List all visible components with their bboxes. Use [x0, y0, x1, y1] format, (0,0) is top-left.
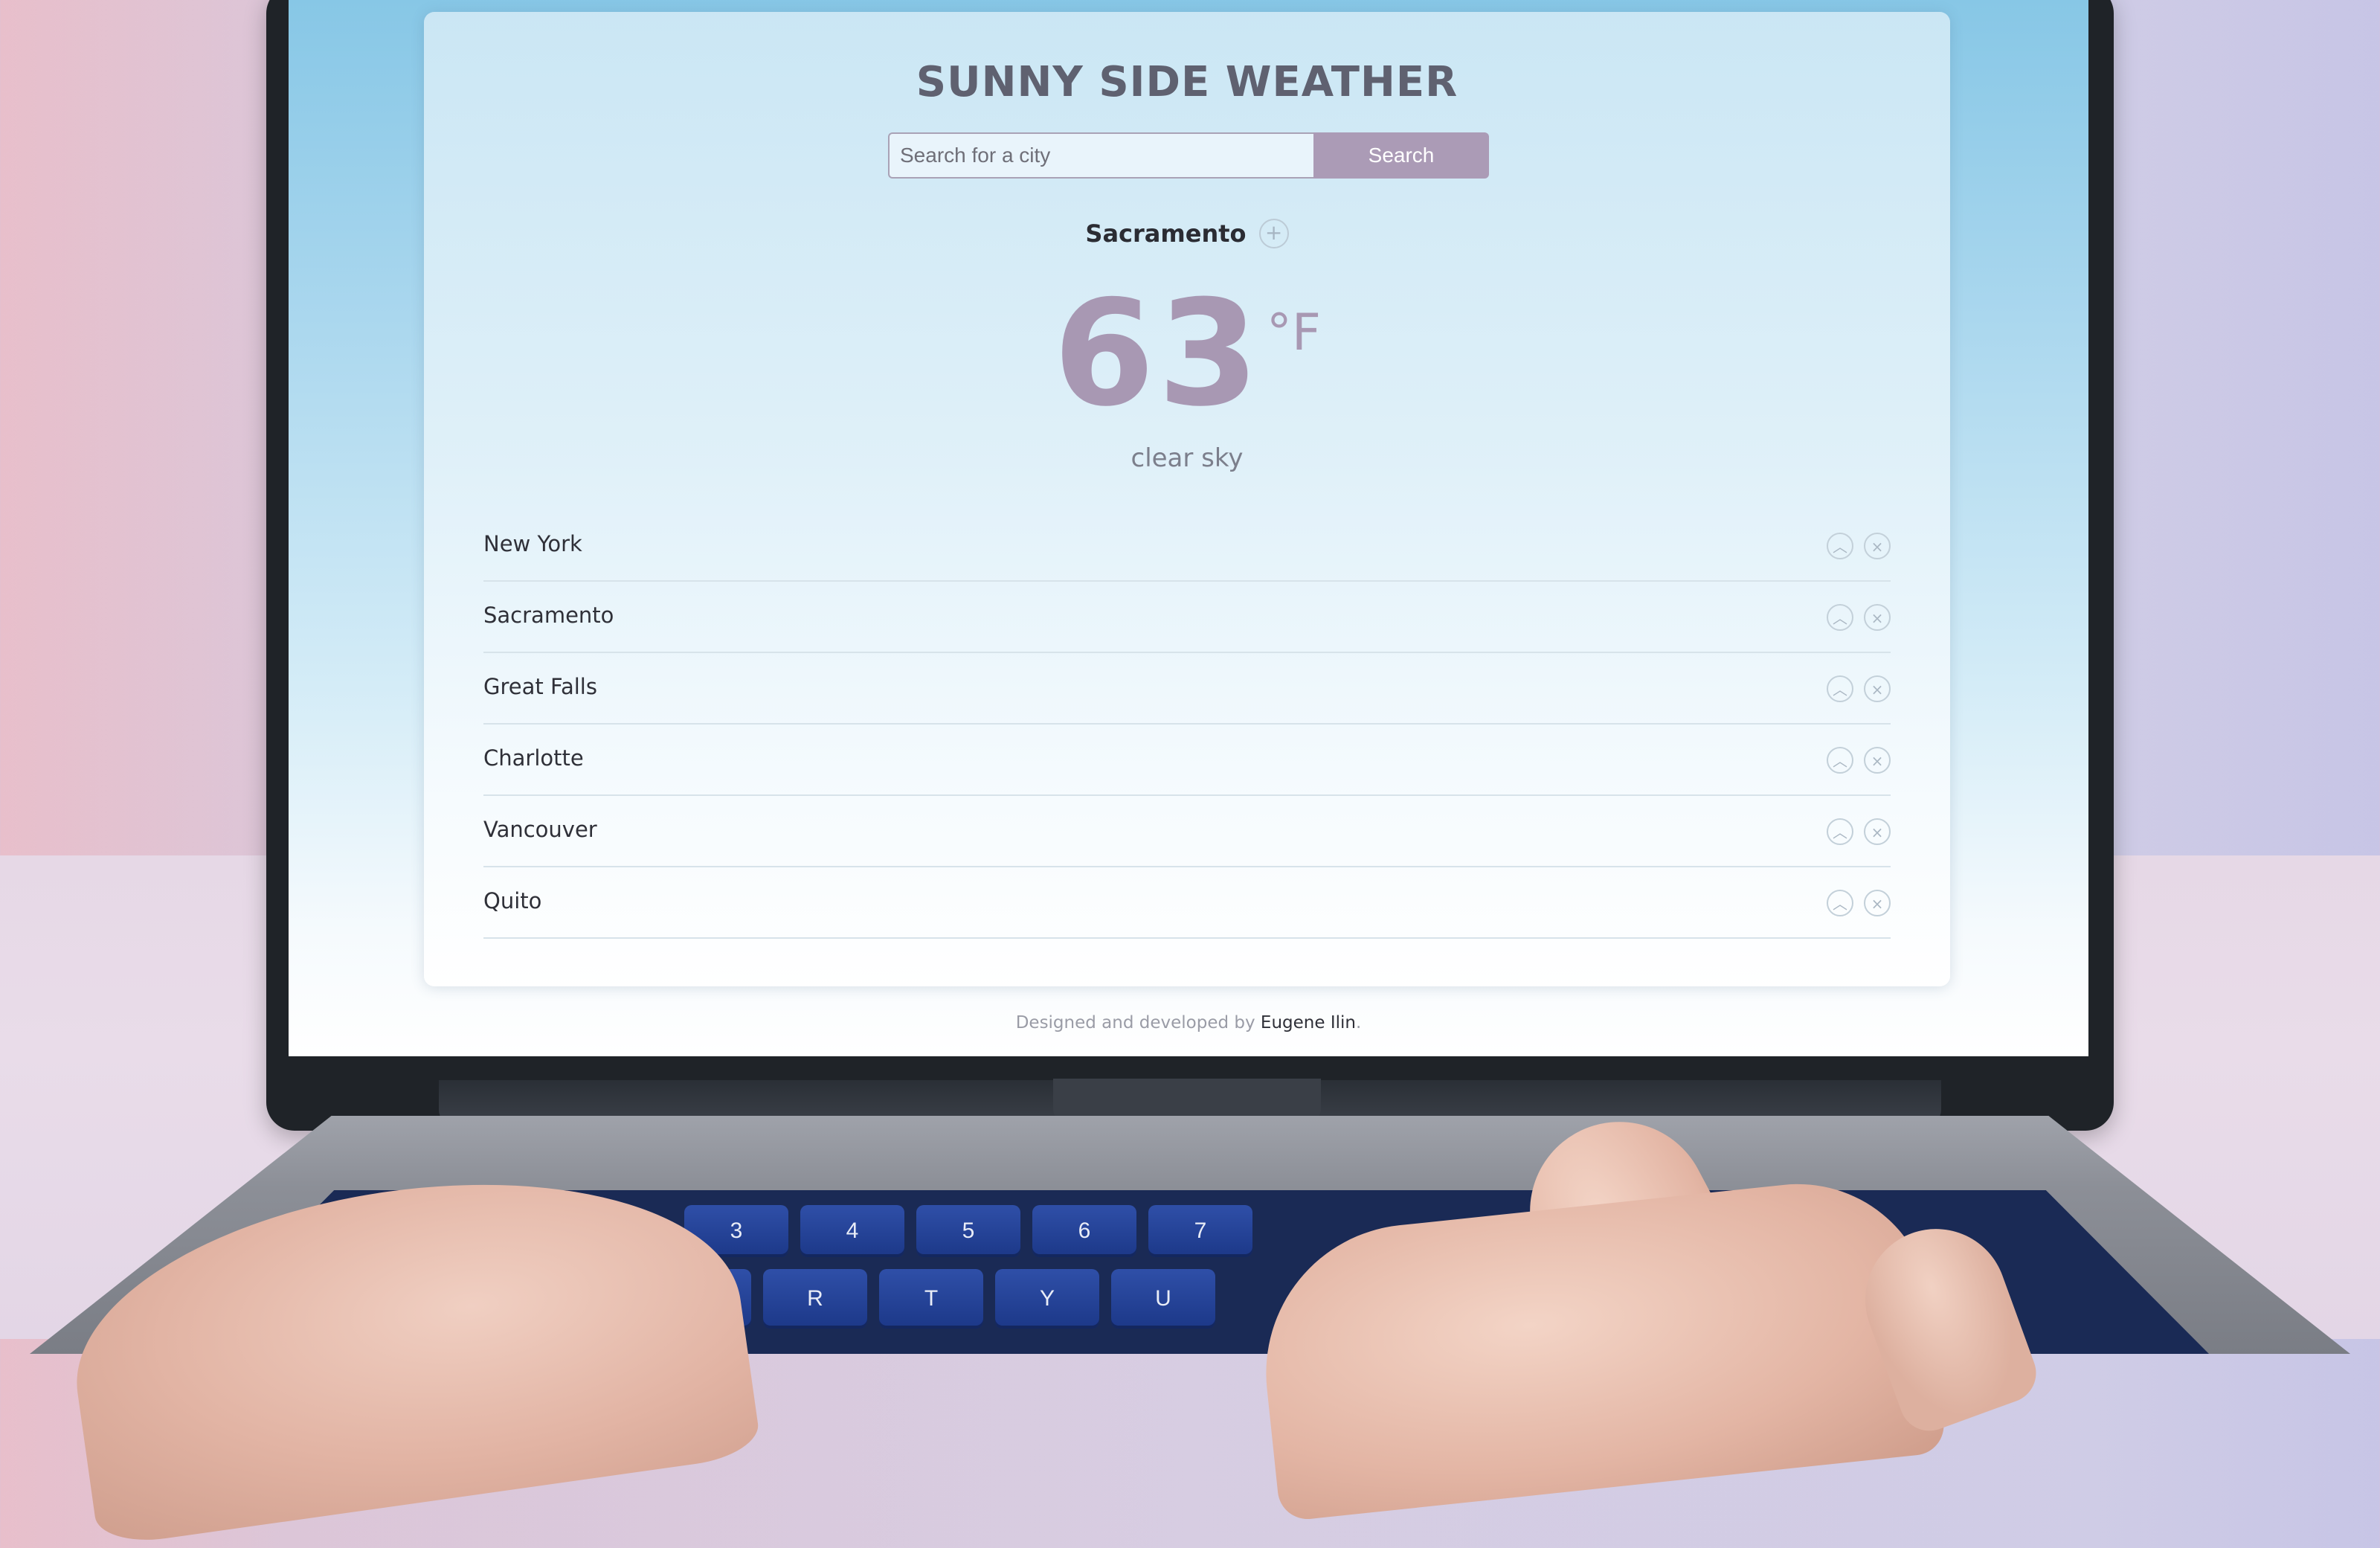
search-bar: Search	[888, 132, 1489, 179]
city-list-item[interactable]: Sacramento ︿ ×	[483, 582, 1891, 653]
city-row-actions: ︿ ×	[1816, 747, 1891, 774]
chevron-up-icon: ︿	[1833, 681, 1847, 698]
footer-credit-prefix: Designed and developed by	[1015, 1013, 1261, 1032]
keyboard-key: 7	[1148, 1205, 1252, 1257]
close-icon: ×	[1871, 752, 1884, 770]
search-input[interactable]	[888, 132, 1313, 179]
chevron-up-icon: ︿	[1833, 609, 1847, 627]
remove-city-button[interactable]: ×	[1864, 890, 1891, 916]
current-city-header: Sacramento +	[424, 219, 1950, 256]
remove-city-button[interactable]: ×	[1864, 747, 1891, 774]
city-list-item-name: Sacramento	[483, 603, 614, 628]
city-list-item[interactable]: New York ︿ ×	[483, 510, 1891, 582]
laptop-screen: SUNNY SIDE WEATHER Search Sacramento + 6…	[289, 0, 2088, 1056]
move-up-button[interactable]: ︿	[1827, 747, 1853, 774]
saved-cities-list: New York ︿ × Sacramento ︿ × Great Falls ︿ ×…	[483, 510, 1891, 939]
footer-author-link[interactable]: Eugene Ilin	[1261, 1013, 1356, 1032]
city-list-item-name: New York	[483, 531, 582, 556]
city-list-item-name: Charlotte	[483, 745, 584, 771]
city-list-item[interactable]: Vancouver ︿ ×	[483, 796, 1891, 867]
move-up-button[interactable]: ︿	[1827, 675, 1853, 702]
city-list-item[interactable]: Great Falls ︿ ×	[483, 653, 1891, 725]
city-row-actions: ︿ ×	[1816, 533, 1891, 559]
temperature-display: 63°F	[424, 280, 1950, 443]
city-list-item-name: Great Falls	[483, 674, 597, 699]
city-list-item[interactable]: Charlotte ︿ ×	[483, 725, 1891, 796]
keyboard-key: T	[879, 1269, 983, 1329]
city-row-actions: ︿ ×	[1816, 675, 1891, 702]
keyboard-key: 5	[916, 1205, 1020, 1257]
search-button[interactable]: Search	[1313, 132, 1489, 179]
move-up-button[interactable]: ︿	[1827, 818, 1853, 845]
add-city-button[interactable]: +	[1258, 219, 1289, 248]
city-row-actions: ︿ ×	[1816, 604, 1891, 631]
move-up-button[interactable]: ︿	[1827, 890, 1853, 916]
temperature-value: 63	[1053, 269, 1262, 439]
close-icon: ×	[1871, 609, 1884, 627]
close-icon: ×	[1871, 538, 1884, 556]
chevron-up-icon: ︿	[1833, 895, 1847, 913]
current-city-name: Sacramento	[1085, 219, 1247, 248]
remove-city-button[interactable]: ×	[1864, 818, 1891, 845]
city-list-item-name: Quito	[483, 888, 542, 913]
weather-app-card: SUNNY SIDE WEATHER Search Sacramento + 6…	[424, 12, 1950, 986]
city-row-actions: ︿ ×	[1816, 890, 1891, 916]
keyboard-key: 4	[800, 1205, 904, 1257]
keyboard-key: R	[763, 1269, 867, 1329]
temperature-unit: °F	[1266, 304, 1321, 362]
laptop-notch	[1053, 1079, 1321, 1120]
city-list-item[interactable]: Quito ︿ ×	[483, 867, 1891, 939]
remove-city-button[interactable]: ×	[1864, 675, 1891, 702]
keyboard-key: 6	[1032, 1205, 1136, 1257]
city-list-item-name: Vancouver	[483, 817, 597, 842]
city-row-actions: ︿ ×	[1816, 818, 1891, 845]
app-title: SUNNY SIDE WEATHER	[916, 58, 1458, 106]
keyboard-key: U	[1111, 1269, 1215, 1329]
remove-city-button[interactable]: ×	[1864, 604, 1891, 631]
close-icon: ×	[1871, 681, 1884, 698]
page-footer: Designed and developed by Eugene Ilin.	[289, 1013, 2088, 1032]
remove-city-button[interactable]: ×	[1864, 533, 1891, 559]
chevron-up-icon: ︿	[1833, 538, 1847, 556]
close-icon: ×	[1871, 895, 1884, 913]
move-up-button[interactable]: ︿	[1827, 604, 1853, 631]
plus-icon: +	[1264, 220, 1283, 245]
weather-condition: clear sky	[1130, 443, 1244, 473]
footer-credit-suffix: .	[1355, 1013, 1362, 1032]
chevron-up-icon: ︿	[1833, 823, 1847, 841]
keyboard-key: Y	[995, 1269, 1099, 1329]
move-up-button[interactable]: ︿	[1827, 533, 1853, 559]
close-icon: ×	[1871, 823, 1884, 841]
chevron-up-icon: ︿	[1833, 752, 1847, 770]
